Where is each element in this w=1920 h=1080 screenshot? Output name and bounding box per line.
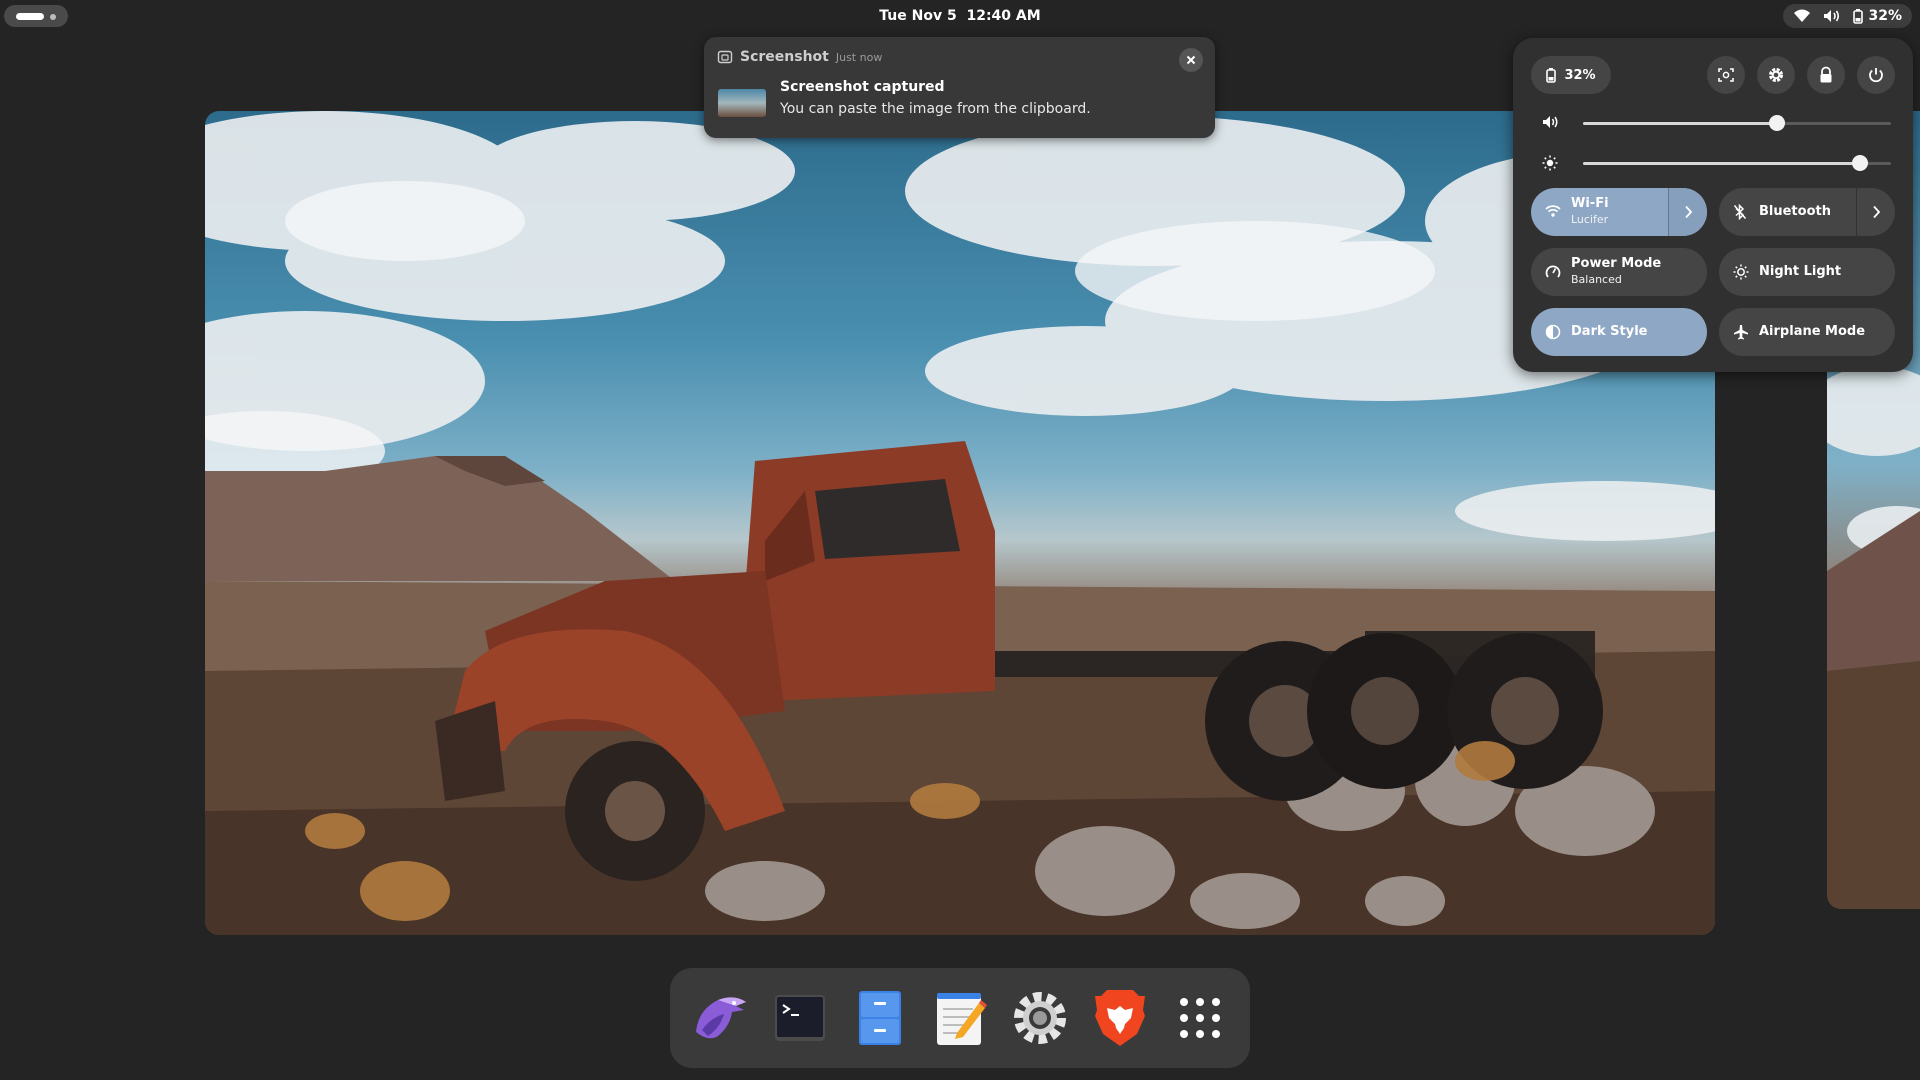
night-light-icon (1733, 264, 1749, 280)
settings-gear-icon (1014, 992, 1066, 1044)
wifi-toggle[interactable]: Wi-Fi Lucifer (1531, 188, 1707, 236)
battery-percent: 32% (1868, 8, 1902, 24)
screenshot-app-icon (717, 50, 733, 64)
night-light-label: Night Light (1759, 264, 1842, 279)
desert-truck-wallpaper (205, 111, 1715, 935)
wifi-icon (1794, 9, 1811, 22)
lock-button[interactable] (1807, 56, 1845, 94)
dock-app-eagle[interactable] (690, 988, 750, 1048)
volume-icon (1543, 116, 1558, 128)
wifi-menu-arrow[interactable] (1668, 188, 1707, 236)
terminal-icon (775, 995, 825, 1041)
wifi-label: Wi-Fi (1571, 196, 1609, 211)
settings-button[interactable] (1757, 56, 1795, 94)
battery-button[interactable]: 32% (1531, 56, 1611, 94)
text-editor-icon (937, 993, 987, 1045)
settings-icon (1769, 68, 1783, 82)
dock-app-file-cabinet[interactable] (850, 988, 910, 1048)
airplane-mode-toggle[interactable]: Airplane Mode (1719, 308, 1895, 356)
dock (670, 968, 1250, 1068)
brightness-slider-fill (1583, 162, 1861, 165)
volume-slider-fill (1583, 122, 1778, 125)
power-mode-toggle[interactable]: Power Mode Balanced (1531, 248, 1707, 296)
bluetooth-toggle[interactable]: Bluetooth (1719, 188, 1895, 236)
battery-label: 32% (1564, 67, 1596, 83)
screenshot-button[interactable] (1707, 56, 1745, 94)
power-mode-icon (1545, 265, 1561, 278)
volume-icon (1824, 10, 1840, 22)
clock-label: Tue Nov 5 12:40 AM (879, 8, 1041, 24)
volume-slider[interactable] (1583, 115, 1891, 131)
system-status-area[interactable]: 32% (1783, 4, 1912, 28)
dark-style-icon (1545, 324, 1561, 340)
brave-browser-icon (1095, 990, 1145, 1046)
wifi-network-name: Lucifer (1571, 213, 1609, 226)
volume-slider-row (1531, 111, 1901, 135)
brightness-slider-row (1531, 151, 1901, 175)
dock-app-terminal[interactable] (770, 988, 830, 1048)
dock-app-brave-browser[interactable] (1090, 988, 1150, 1048)
power-button[interactable] (1857, 56, 1895, 94)
bluetooth-menu-arrow[interactable] (1856, 188, 1895, 236)
dock-show-apps-button[interactable] (1170, 988, 1230, 1048)
night-light-toggle[interactable]: Night Light (1719, 248, 1895, 296)
chevron-right-icon (1684, 205, 1692, 219)
bluetooth-label: Bluetooth (1759, 204, 1831, 219)
wifi-icon (1545, 205, 1561, 217)
lock-icon (1820, 66, 1832, 83)
dark-style-toggle[interactable]: Dark Style (1531, 308, 1707, 356)
battery-icon (1853, 8, 1864, 24)
power-mode-label: Power Mode (1571, 256, 1662, 271)
power-icon (1869, 68, 1883, 83)
dock-app-text-editor[interactable] (930, 988, 990, 1048)
volume-slider-handle[interactable] (1769, 115, 1786, 131)
bluetooth-disabled-icon (1733, 204, 1747, 220)
screenshot-thumbnail (718, 89, 766, 117)
dark-style-label: Dark Style (1571, 324, 1648, 339)
notification-close-button[interactable] (1179, 48, 1203, 72)
workspace-thumbnail[interactable] (205, 111, 1715, 935)
screenshot-icon (1718, 68, 1734, 82)
close-icon (1186, 55, 1196, 65)
airplane-icon (1734, 325, 1748, 340)
file-cabinet-icon (859, 991, 901, 1045)
dock-app-settings[interactable] (1010, 988, 1070, 1048)
eagle-app-icon (696, 997, 746, 1039)
quick-settings-menu: 32% Wi-Fi Lucifer Bluetooth Power Mode B… (1513, 38, 1913, 372)
notification-title: Screenshot captured (780, 79, 945, 95)
brightness-slider[interactable] (1583, 155, 1891, 171)
brightness-icon (1542, 155, 1558, 171)
notification-app-name: Screenshot (740, 49, 829, 65)
battery-icon (1546, 67, 1557, 83)
notification-body: You can paste the image from the clipboa… (780, 101, 1091, 117)
top-bar: Tue Nov 5 12:40 AM 32% (0, 0, 1920, 32)
power-mode-value: Balanced (1571, 273, 1622, 286)
screenshot-notification[interactable]: Screenshot Just now Screenshot captured … (704, 37, 1215, 138)
clock[interactable]: Tue Nov 5 12:40 AM (0, 0, 1920, 32)
airplane-mode-label: Airplane Mode (1759, 324, 1866, 339)
chevron-right-icon (1872, 205, 1880, 219)
app-grid-icon (1180, 998, 1220, 1038)
brightness-slider-handle[interactable] (1852, 155, 1869, 171)
notification-time: Just now (835, 50, 883, 64)
